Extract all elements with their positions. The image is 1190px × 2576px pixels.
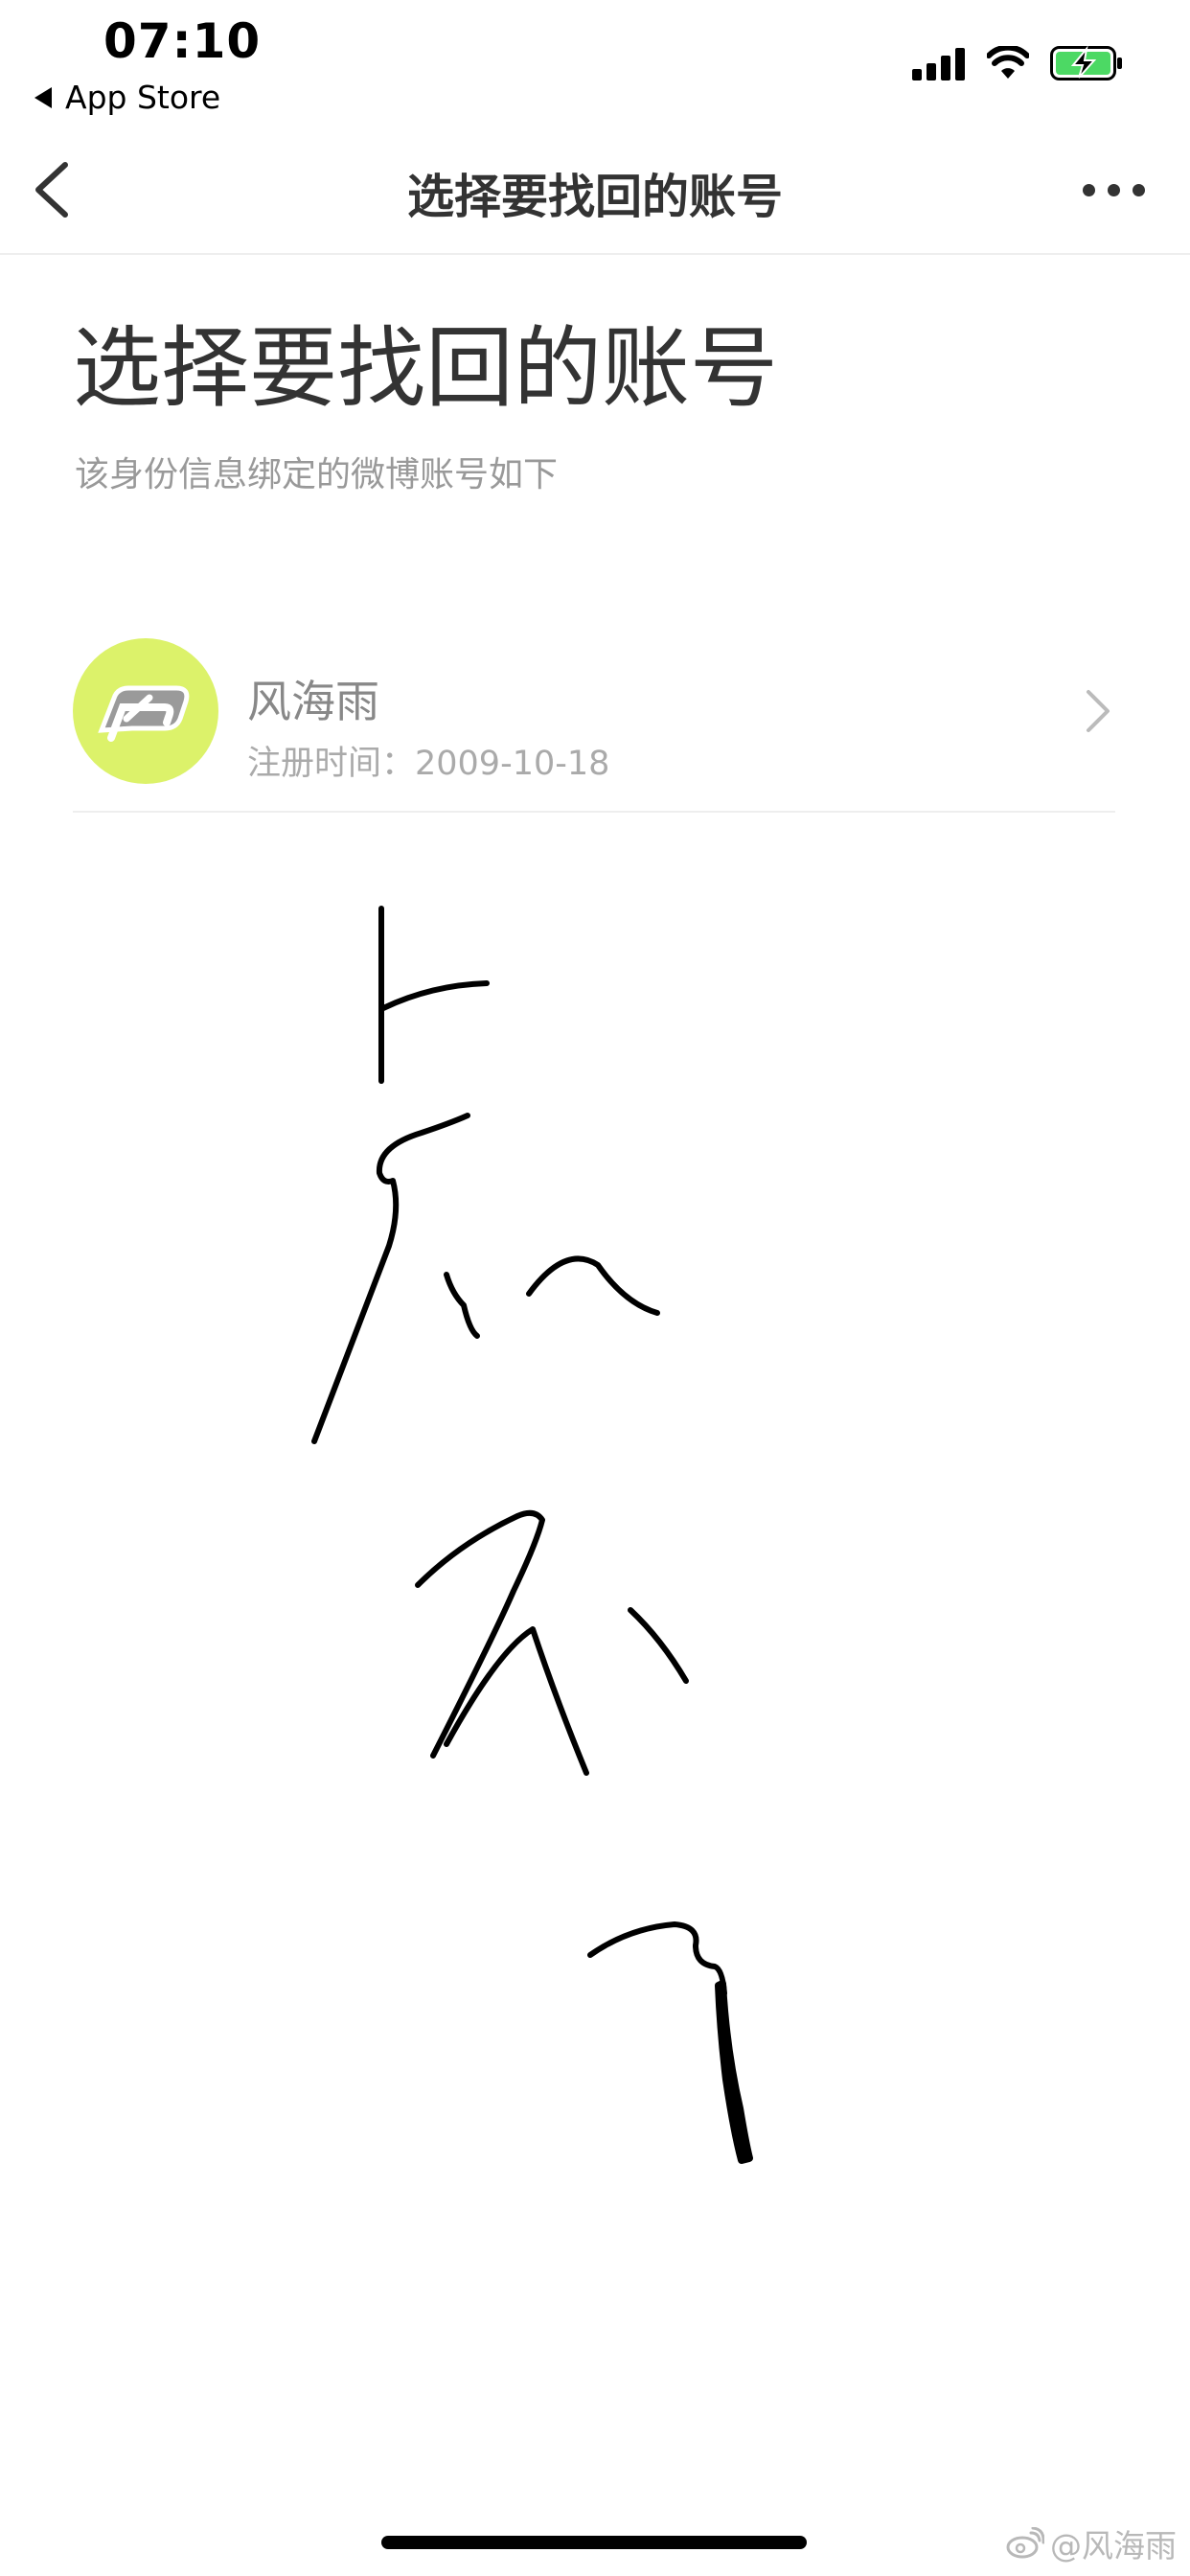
avatar-logo-icon <box>98 685 190 742</box>
account-name: 风海雨 <box>247 676 379 727</box>
status-bar: 07:10 App Store <box>0 0 1190 125</box>
status-time: 07:10 <box>103 13 262 69</box>
back-to-app-store[interactable]: App Store <box>34 79 220 116</box>
page-title: 选择要找回的账号 <box>73 317 779 420</box>
wifi-icon <box>987 46 1029 79</box>
nav-bar: 选择要找回的账号 <box>0 125 1190 255</box>
home-indicator[interactable] <box>381 2536 807 2549</box>
avatar <box>73 638 218 784</box>
battery-charging-icon <box>1050 46 1122 80</box>
back-to-app-label: App Store <box>65 79 221 116</box>
weibo-logo-icon <box>1006 2527 1044 2559</box>
nav-title: 选择要找回的账号 <box>406 170 783 224</box>
cellular-signal-icon <box>912 48 968 80</box>
watermark-text: @风海雨 <box>1050 2527 1177 2564</box>
account-registered-date: 注册时间：2009-10-18 <box>247 745 610 783</box>
page-subtitle: 该身份信息绑定的微博账号如下 <box>75 455 559 494</box>
back-triangle-icon <box>34 86 52 108</box>
watermark: @风海雨 <box>1006 2520 1177 2566</box>
account-list-item[interactable]: 风海雨 注册时间：2009-10-18 <box>73 634 1115 813</box>
chevron-right-icon <box>1087 690 1110 732</box>
more-dots-icon[interactable] <box>1081 178 1148 201</box>
